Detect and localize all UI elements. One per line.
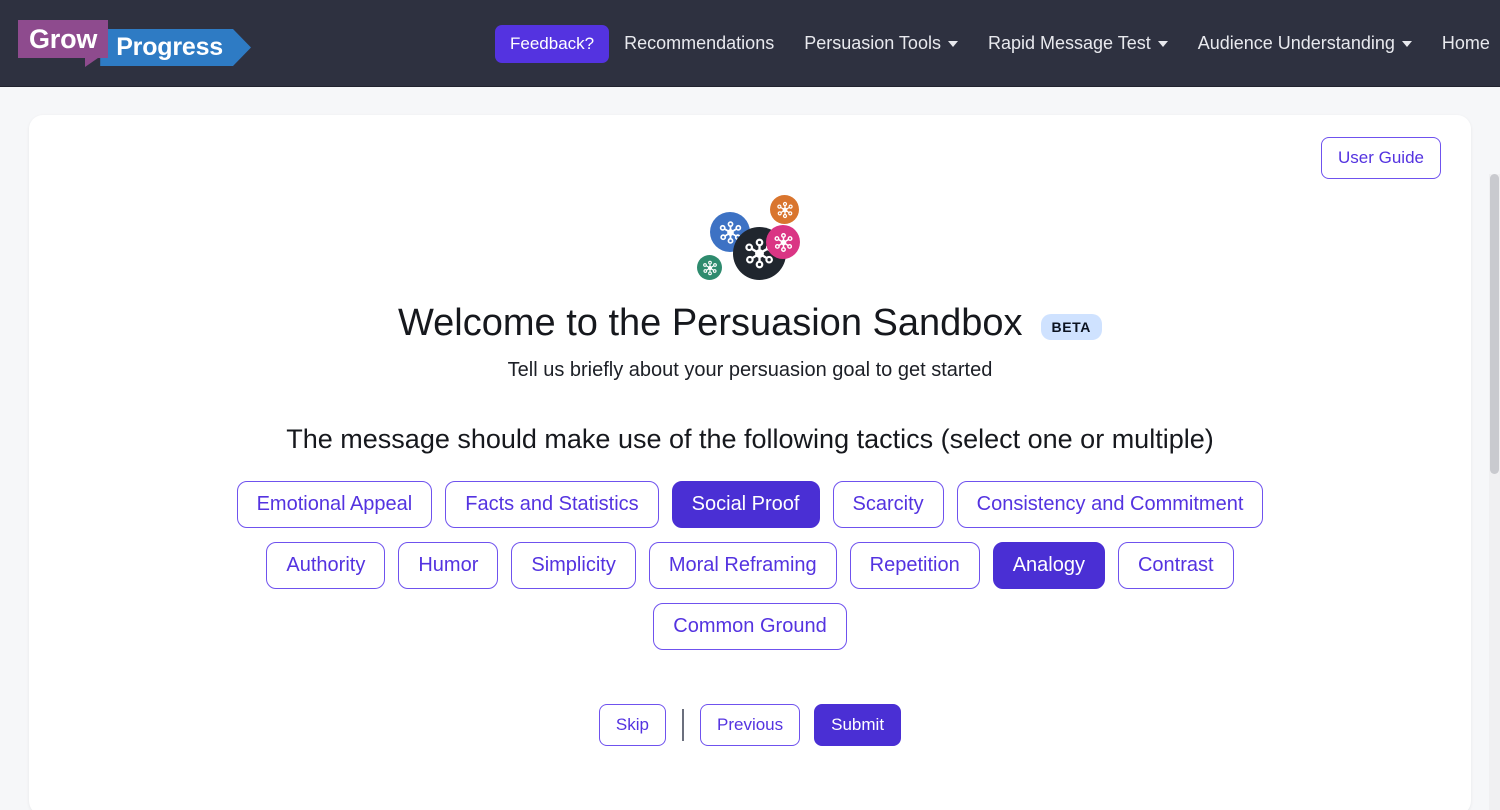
nav-item-rapid-message-test-label: Rapid Message Test — [987, 33, 1151, 53]
nav-item-rapid-message-test[interactable]: Rapid Message Test — [973, 25, 1183, 62]
submit-button[interactable]: Submit — [814, 703, 902, 746]
brand-logo-progress: Progress — [100, 29, 251, 66]
top-navbar: Grow Progress Feedback? Recommendations … — [0, 0, 1500, 87]
tactic-chip-authority[interactable]: Authority — [266, 541, 386, 589]
nav-item-audience-understanding[interactable]: Audience Understanding — [1183, 25, 1427, 62]
user-guide-button[interactable]: User Guide — [1321, 137, 1441, 179]
tactic-chip-contrast[interactable]: Contrast — [1117, 541, 1234, 589]
tactic-chip-consistency-and-commitment[interactable]: Consistency and Commitment — [956, 480, 1264, 528]
skip-button[interactable]: Skip — [598, 703, 666, 746]
brand-logo-grow: Grow — [18, 20, 109, 67]
page-body: User Guide Welcome to the Persuasion San… — [0, 87, 1500, 810]
nav-item-audience-understanding-label: Audience Understanding — [1197, 33, 1395, 53]
nav-item-persuasion-tools[interactable]: Persuasion Tools — [789, 25, 973, 62]
beta-badge: BETA — [1040, 313, 1103, 340]
chevron-down-icon — [1157, 40, 1168, 47]
page-scrollbar[interactable] — [1489, 174, 1500, 810]
chevron-down-icon — [947, 40, 958, 47]
brand-logo[interactable]: Grow Progress — [18, 20, 251, 67]
page-scrollbar-thumb[interactable] — [1490, 174, 1499, 474]
chevron-down-icon — [1401, 40, 1412, 47]
main-card: User Guide Welcome to the Persuasion San… — [29, 115, 1471, 810]
node-circle-orange — [770, 195, 799, 224]
tactic-chip-social-proof[interactable]: Social Proof — [671, 480, 820, 528]
tactic-chip-repetition[interactable]: Repetition — [849, 541, 980, 589]
page-title: Welcome to the Persuasion Sandbox — [397, 302, 1023, 344]
previous-button[interactable]: Previous — [700, 703, 801, 746]
tactics-chip-row: Common Ground — [59, 602, 1441, 650]
navbar-menu: Feedback? Recommendations Persuasion Too… — [495, 0, 1500, 87]
nav-item-home[interactable]: Home — [1427, 25, 1500, 62]
user-guide-row: User Guide — [59, 137, 1441, 179]
nav-item-recommendations-label: Recommendations — [624, 33, 775, 53]
node-circle-pink — [766, 225, 800, 259]
network-node-icon — [776, 201, 793, 218]
tactics-chip-row: Emotional Appeal Facts and Statistics Soci… — [59, 480, 1441, 528]
tactic-chip-emotional-appeal[interactable]: Emotional Appeal — [236, 480, 433, 528]
network-node-icon — [702, 260, 717, 275]
actions-divider — [682, 708, 684, 741]
page-subtitle: Tell us briefly about your persuasion go… — [507, 358, 993, 381]
tactic-chip-facts-and-statistics[interactable]: Facts and Statistics — [445, 480, 659, 528]
nav-item-persuasion-tools-label: Persuasion Tools — [804, 33, 941, 53]
tactic-chip-simplicity[interactable]: Simplicity — [511, 541, 636, 589]
brand-logo-progress-wrap: Progress — [100, 29, 251, 66]
tactic-chip-analogy[interactable]: Analogy — [992, 541, 1105, 589]
form-actions: Skip Previous Submit — [59, 703, 1441, 746]
tactic-chip-common-ground[interactable]: Common Ground — [653, 602, 847, 650]
tactic-chip-scarcity[interactable]: Scarcity — [832, 480, 944, 528]
persuasion-sandbox-logo-illustration — [690, 189, 810, 289]
page-title-row: Welcome to the Persuasion Sandbox BETA — [59, 302, 1441, 345]
node-circle-green — [697, 255, 722, 280]
nav-item-home-label: Home — [1441, 33, 1490, 53]
nav-item-recommendations[interactable]: Recommendations — [609, 25, 789, 62]
tactics-question: The message should make use of the follo… — [286, 423, 1214, 454]
tactics-chip-row: Authority Humor Simplicity Moral Reframing R… — [59, 541, 1441, 589]
tactic-chip-humor[interactable]: Humor — [398, 541, 499, 589]
tactic-chip-moral-reframing[interactable]: Moral Reframing — [648, 541, 837, 589]
network-node-icon — [773, 232, 793, 252]
tactics-chip-group: Emotional Appeal Facts and Statistics Soci… — [59, 480, 1441, 650]
feedback-button[interactable]: Feedback? — [495, 24, 610, 63]
